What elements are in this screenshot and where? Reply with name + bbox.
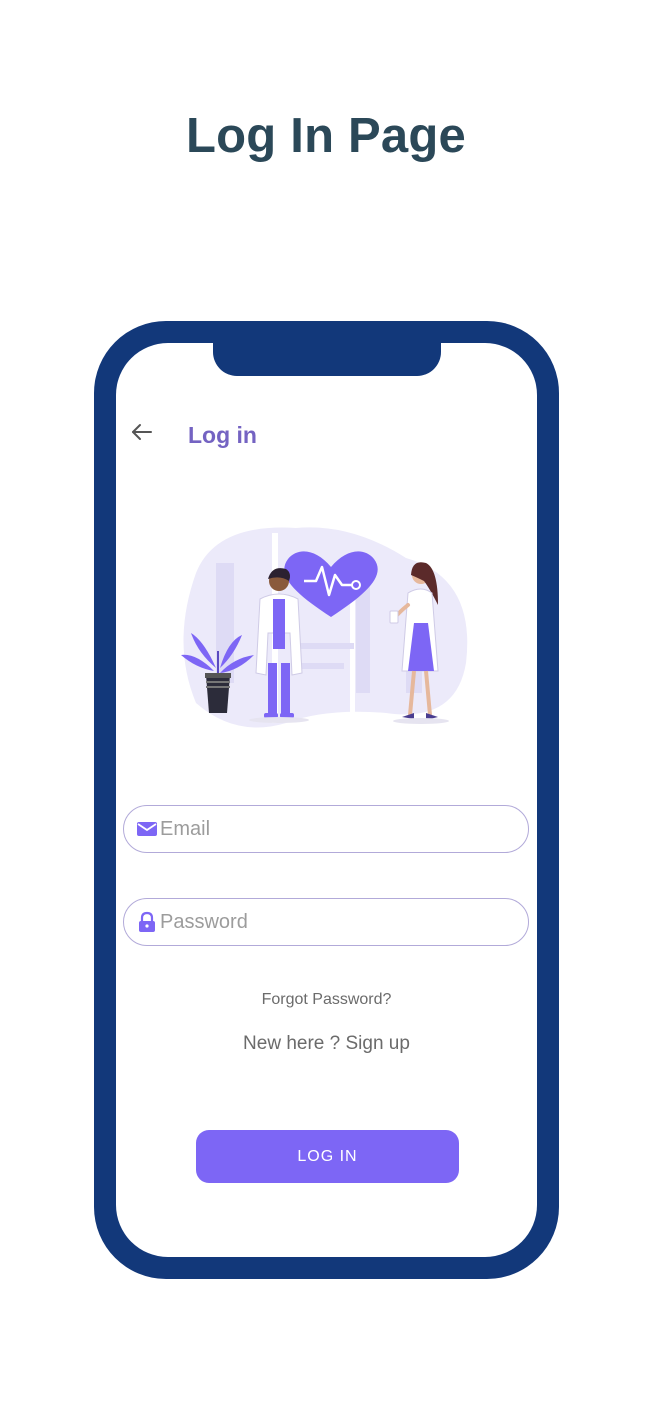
mail-icon — [137, 822, 157, 836]
phone-frame: Log in Email Forgot Password? New here ?… — [94, 321, 559, 1279]
lock-icon — [139, 911, 155, 932]
password-field[interactable] — [123, 898, 529, 946]
doctors-heart-illustration — [181, 527, 468, 728]
password-input[interactable] — [160, 910, 500, 934]
page-heading: Log In Page — [186, 109, 466, 163]
phone-notch — [213, 343, 441, 376]
phone-screen: Log in Email Forgot Password? New here ?… — [116, 343, 537, 1257]
login-button[interactable]: LOG IN — [196, 1130, 459, 1183]
email-input[interactable] — [160, 817, 500, 841]
email-field[interactable] — [123, 805, 529, 853]
app-bar-title: Log in — [188, 422, 257, 448]
arrow-left-icon[interactable] — [130, 421, 154, 443]
forgot-password-link[interactable]: Forgot Password? — [116, 991, 537, 1009]
signup-link[interactable]: New here ? Sign up — [116, 1033, 537, 1055]
